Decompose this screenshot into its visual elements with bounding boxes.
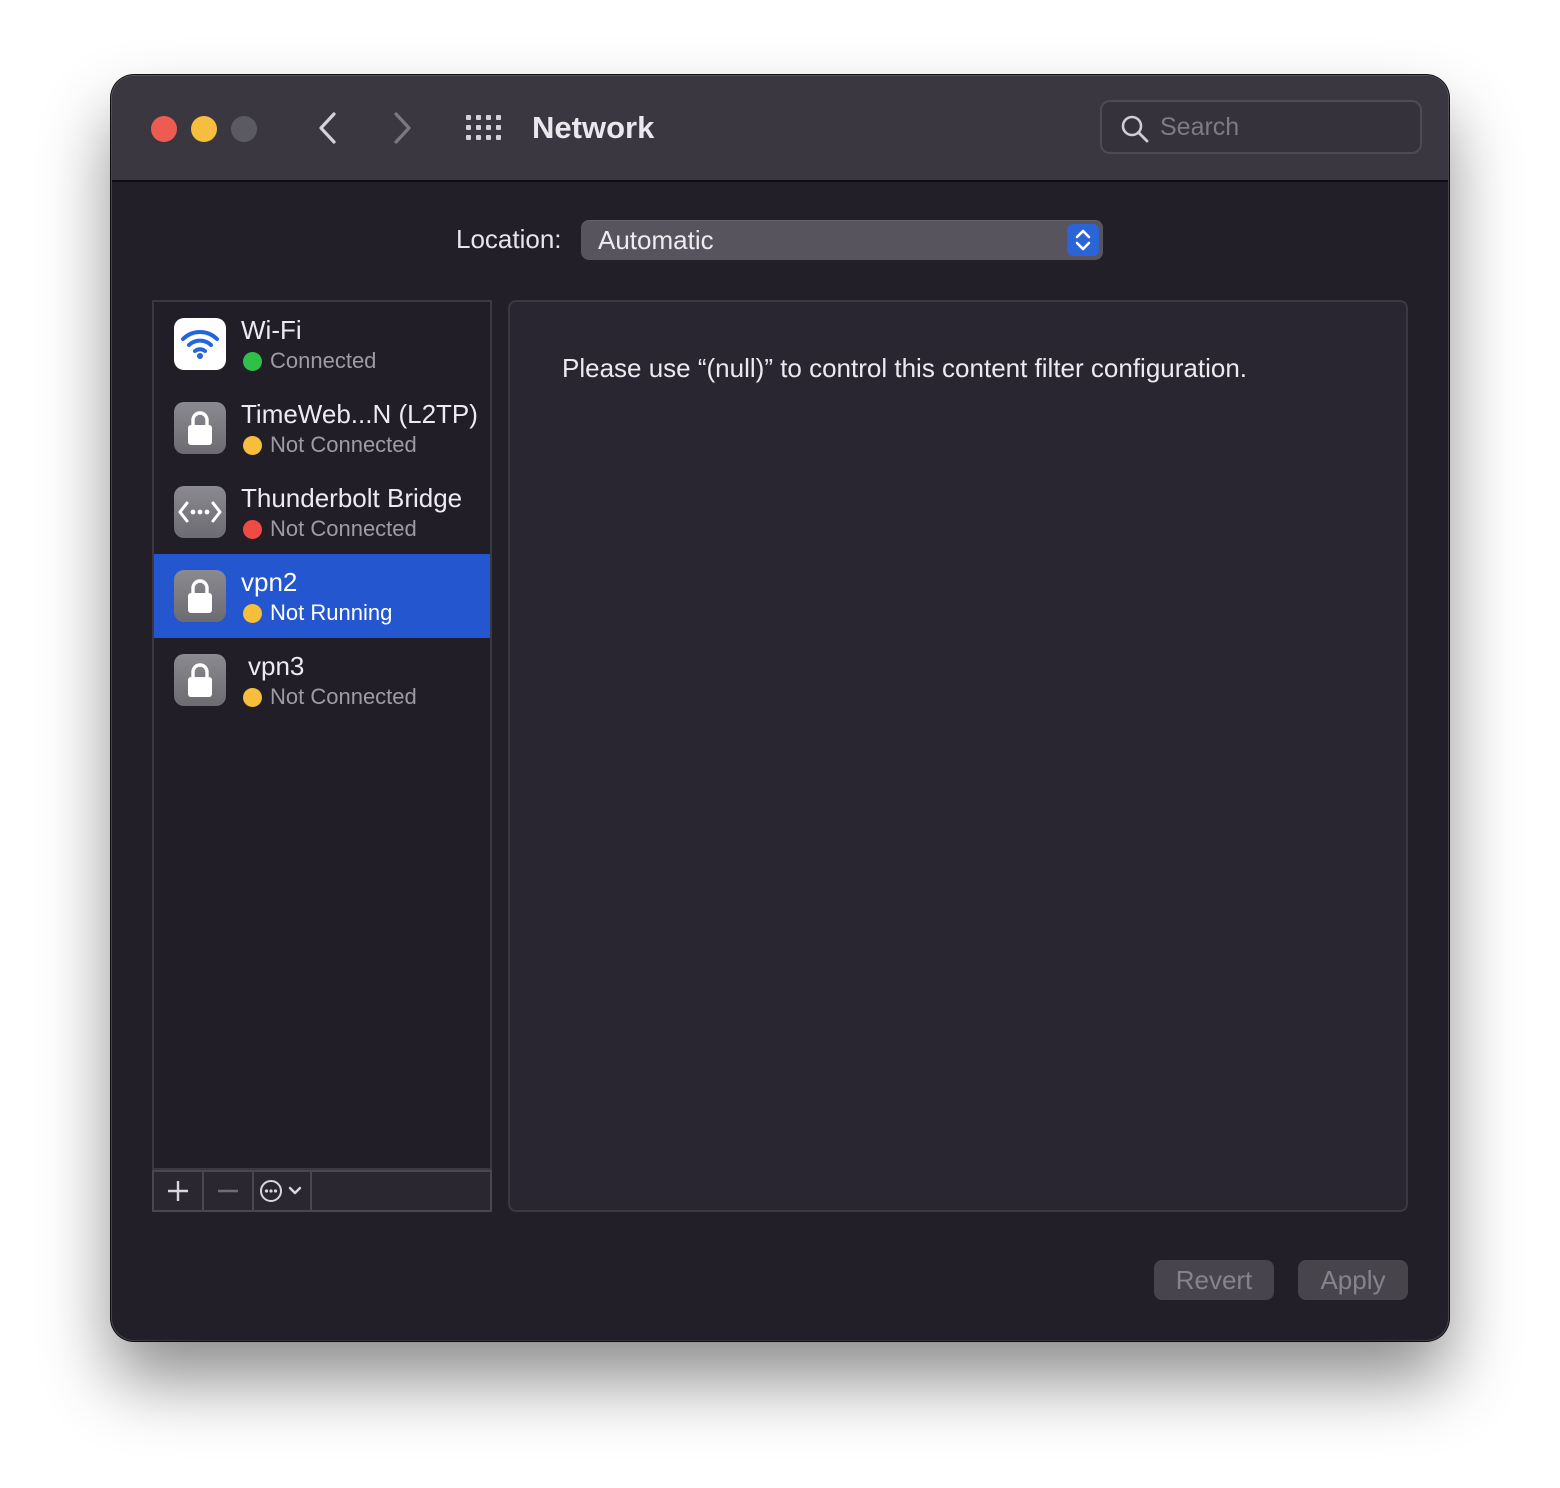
apply-button[interactable]: Apply (1298, 1260, 1408, 1300)
search-icon (1121, 115, 1149, 143)
minimize-button[interactable] (191, 116, 217, 142)
status-dot (243, 436, 262, 455)
lock-icon (174, 402, 226, 454)
location-value: Automatic (598, 225, 714, 255)
lock-icon (174, 654, 226, 706)
plus-icon (168, 1181, 188, 1201)
chevron-left-icon (319, 112, 336, 144)
status-dot (243, 520, 262, 539)
service-status: Connected (270, 348, 377, 373)
ellipsis-circle-icon (260, 1180, 302, 1202)
service-detail-panel: Please use “(null)” to control this cont… (508, 300, 1408, 1212)
location-popup[interactable]: Automatic (581, 220, 1103, 260)
status-dot (243, 352, 262, 371)
chevron-right-icon (394, 112, 411, 144)
service-name: Thunderbolt Bridge (241, 483, 463, 513)
service-item-timeweb-l2tp[interactable]: TimeWeb...N (L2TP) Not Connected (154, 386, 490, 470)
service-status: Not Connected (270, 516, 417, 541)
show-all-button[interactable] (462, 110, 506, 146)
show-all-grid-icon (466, 115, 501, 140)
more-actions-button[interactable] (254, 1172, 312, 1210)
lock-icon (174, 570, 226, 622)
add-service-button[interactable] (154, 1172, 204, 1210)
revert-button[interactable]: Revert (1154, 1260, 1274, 1300)
service-name: vpn2 (241, 567, 298, 597)
service-name: TimeWeb...N (L2TP) (241, 399, 478, 429)
location-label: Location: (456, 224, 562, 254)
minus-icon (218, 1189, 238, 1193)
service-item-thunderbolt-bridge[interactable]: Thunderbolt Bridge Not Connected (154, 470, 490, 554)
search-input[interactable] (1160, 108, 1410, 146)
content-filter-message: Please use “(null)” to control this cont… (562, 353, 1248, 383)
service-status: Not Running (270, 600, 393, 625)
service-list: Wi-Fi Connected TimeWeb...N (L2TP) Not C… (152, 300, 492, 1170)
remove-service-button[interactable] (204, 1172, 254, 1210)
wifi-icon (174, 318, 226, 370)
service-item-vpn3[interactable]: vpn3 Not Connected (154, 638, 490, 722)
thunderbolt-bridge-icon (174, 486, 226, 538)
service-name: Wi-Fi (241, 315, 302, 345)
window-title: Network (532, 110, 655, 145)
service-item-wifi[interactable]: Wi-Fi Connected (154, 302, 490, 386)
network-preferences-window: Network Location: Automatic (112, 76, 1448, 1340)
service-list-toolbar (152, 1170, 492, 1212)
zoom-button[interactable] (231, 116, 257, 142)
title-bar: Network (112, 76, 1448, 182)
service-status: Not Connected (270, 684, 417, 709)
forward-button[interactable] (382, 106, 422, 150)
service-name: vpn3 (248, 651, 305, 681)
search-field[interactable] (1100, 100, 1422, 154)
status-dot (243, 688, 262, 707)
status-dot (243, 604, 262, 623)
up-down-chevron-icon (1067, 224, 1099, 256)
close-button[interactable] (151, 116, 177, 142)
service-item-vpn2[interactable]: vpn2 Not Running (154, 554, 490, 638)
back-button[interactable] (308, 106, 348, 150)
service-status: Not Connected (270, 432, 417, 457)
